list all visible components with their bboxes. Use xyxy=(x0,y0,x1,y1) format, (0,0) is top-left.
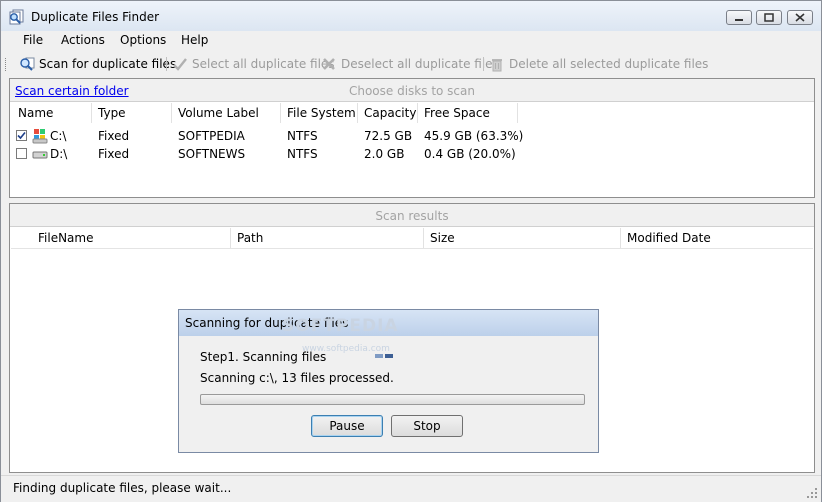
disk-capacity: 72.5 GB xyxy=(364,129,413,143)
disk-row-d[interactable]: D:\ Fixed SOFTNEWS NTFS 2.0 GB 0.4 GB (2… xyxy=(11,145,811,163)
delete-selected-button[interactable]: Delete all selected duplicate files xyxy=(489,56,708,72)
watermark-logo: SOFTPEDIA xyxy=(282,316,399,336)
disk-type: Fixed xyxy=(98,147,130,161)
menu-options[interactable]: Options xyxy=(120,33,166,47)
checkmark-icon xyxy=(17,131,26,140)
menu-file[interactable]: File xyxy=(23,33,43,47)
close-button[interactable] xyxy=(787,10,813,25)
column-header-path[interactable]: Path xyxy=(231,228,424,248)
activity-indicator-icon xyxy=(375,354,393,358)
magnifier-files-icon xyxy=(9,9,24,25)
column-header-modified-date[interactable]: Modified Date xyxy=(621,228,814,248)
toolbar-grip[interactable] xyxy=(5,58,9,71)
deselect-all-button[interactable]: Deselect all duplicate files xyxy=(321,56,499,72)
minimize-button[interactable] xyxy=(726,10,752,25)
select-all-label: Select all duplicate files xyxy=(192,57,335,71)
scan-step-text: Step1. Scanning files xyxy=(200,350,327,364)
disk-row-c[interactable]: C:\ Fixed SOFTPEDIA NTFS 72.5 GB 45.9 GB… xyxy=(11,127,811,145)
select-all-button[interactable]: Select all duplicate files xyxy=(172,56,335,72)
disk-volume-label: SOFTNEWS xyxy=(178,147,246,161)
disks-panel: Scan certain folder Choose disks to scan… xyxy=(9,78,815,198)
resize-grip-icon[interactable] xyxy=(806,487,818,499)
menu-actions[interactable]: Actions xyxy=(61,33,105,47)
drive-icon xyxy=(32,151,48,159)
search-icon xyxy=(20,57,35,71)
delete-selected-label: Delete all selected duplicate files xyxy=(509,57,709,71)
system-drive-icon xyxy=(32,129,48,144)
x-icon xyxy=(323,58,335,70)
disk-file-system: NTFS xyxy=(287,129,318,143)
results-panel-header: Scan results xyxy=(10,204,814,227)
pause-button[interactable]: Pause xyxy=(311,415,383,437)
maximize-button[interactable] xyxy=(756,10,782,25)
toolbar-separator xyxy=(483,57,484,71)
maximize-icon xyxy=(764,13,774,22)
window-title: Duplicate Files Finder xyxy=(31,10,160,24)
disk-capacity: 2.0 GB xyxy=(364,147,405,161)
status-bar: Finding duplicate files, please wait... xyxy=(1,475,821,502)
status-text: Finding duplicate files, please wait... xyxy=(13,481,232,495)
header-divider xyxy=(11,248,813,249)
column-header-name[interactable]: Name xyxy=(12,103,92,123)
scan-results-label: Scan results xyxy=(375,209,449,223)
column-header-volume-label[interactable]: Volume Label xyxy=(172,103,281,123)
close-icon xyxy=(795,13,805,22)
minimize-icon xyxy=(735,18,743,21)
disk-file-system: NTFS xyxy=(287,147,318,161)
scan-label: Scan for duplicate files xyxy=(39,57,177,71)
disk-free-space: 0.4 GB (20.0%) xyxy=(424,147,516,161)
toolbar-separator xyxy=(166,57,167,71)
column-header-filename[interactable]: FileName xyxy=(12,228,231,248)
disk-type: Fixed xyxy=(98,129,130,143)
scan-button[interactable]: Scan for duplicate files xyxy=(19,56,176,72)
scan-status-text: Scanning c:\, 13 files processed. xyxy=(200,371,394,385)
disk-volume-label: SOFTPEDIA xyxy=(178,129,245,143)
disk-checkbox-d[interactable] xyxy=(16,148,27,159)
stop-button[interactable]: Stop xyxy=(391,415,463,437)
disks-panel-header: Scan certain folder Choose disks to scan xyxy=(10,79,814,102)
disk-free-space: 45.9 GB (63.3%) xyxy=(424,129,524,143)
deselect-all-label: Deselect all duplicate files xyxy=(341,57,499,71)
disk-name: D:\ xyxy=(50,147,68,161)
disk-checkbox-c[interactable] xyxy=(16,130,27,141)
trash-icon xyxy=(492,59,502,72)
column-header-type[interactable]: Type xyxy=(92,103,172,123)
toolbar: Scan for duplicate files Select all dupl… xyxy=(1,53,821,75)
app-window: Duplicate Files Finder File Actions Opti… xyxy=(0,0,822,502)
scanning-dialog: Scanning for duplicate files SOFTPEDIA w… xyxy=(178,309,599,453)
column-header-free-space[interactable]: Free Space xyxy=(418,103,518,123)
column-header-size[interactable]: Size xyxy=(424,228,621,248)
column-header-file-system[interactable]: File System xyxy=(281,103,358,123)
scan-progress-bar xyxy=(200,394,585,405)
title-bar: Duplicate Files Finder xyxy=(1,1,821,31)
menu-help[interactable]: Help xyxy=(181,33,208,47)
checkmark-icon xyxy=(173,58,187,71)
column-header-capacity[interactable]: Capacity xyxy=(358,103,418,123)
menu-bar: File Actions Options Help xyxy=(1,31,821,51)
disk-name: C:\ xyxy=(50,129,67,143)
choose-disks-label: Choose disks to scan xyxy=(348,84,475,98)
